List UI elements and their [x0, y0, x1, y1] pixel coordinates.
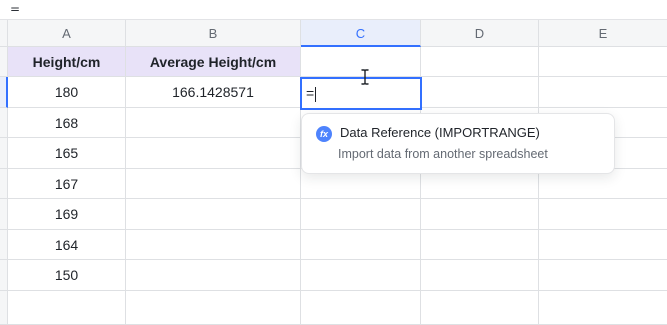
row-header-6[interactable] — [0, 199, 8, 230]
cell-b2[interactable]: 166.1428571 — [126, 77, 301, 108]
cell-d1[interactable] — [421, 47, 539, 77]
cell-b9[interactable] — [126, 291, 301, 325]
cell-e9[interactable] — [539, 291, 667, 325]
cell-b5[interactable] — [126, 169, 301, 199]
select-all-corner[interactable] — [0, 20, 8, 47]
cell-a8[interactable]: 150 — [8, 260, 126, 291]
formula-suggestion-popup[interactable]: fx Data Reference (IMPORTRANGE) Import d… — [301, 113, 615, 174]
cell-b1[interactable]: Average Height/cm — [126, 47, 301, 77]
cell-e2[interactable] — [539, 77, 667, 108]
cell-a1[interactable]: Height/cm — [8, 47, 126, 77]
cell-b7[interactable] — [126, 230, 301, 260]
cell-c8[interactable] — [301, 260, 421, 291]
cell-e6[interactable] — [539, 199, 667, 230]
cell-a9[interactable] — [8, 291, 126, 325]
cell-a4[interactable]: 165 — [8, 138, 126, 169]
column-header-a[interactable]: A — [8, 20, 126, 47]
text-caret — [315, 86, 317, 102]
cell-c7[interactable] — [301, 230, 421, 260]
cell-a7[interactable]: 164 — [8, 230, 126, 260]
editor-text: = — [306, 85, 315, 101]
column-header-d[interactable]: D — [421, 20, 539, 47]
column-header-b[interactable]: B — [126, 20, 301, 47]
fx-icon: fx — [316, 126, 332, 142]
cell-a6[interactable]: 169 — [8, 199, 126, 230]
row-header-4[interactable] — [0, 138, 8, 169]
formula-bar[interactable]: = — [0, 0, 667, 20]
suggestion-description: Import data from another spreadsheet — [338, 147, 548, 161]
ibeam-cursor-icon — [361, 69, 369, 85]
row-header-3[interactable] — [0, 108, 8, 138]
row-header-9[interactable] — [0, 291, 8, 325]
spreadsheet-app: = A B C D E Height/cm Average Height/cm … — [0, 0, 667, 325]
cell-d2[interactable] — [421, 77, 539, 108]
row-header-7[interactable] — [0, 230, 8, 260]
formula-bar-content: = — [10, 2, 21, 16]
cell-a2[interactable]: 180 — [8, 77, 126, 108]
sheet-grid: A B C D E Height/cm Average Height/cm 18… — [0, 20, 667, 325]
row-header-8[interactable] — [0, 260, 8, 291]
cell-c6[interactable] — [301, 199, 421, 230]
cell-a5[interactable]: 167 — [8, 169, 126, 199]
column-header-e[interactable]: E — [539, 20, 667, 47]
cell-d9[interactable] — [421, 291, 539, 325]
cell-b3[interactable] — [126, 108, 301, 138]
row-header-2[interactable] — [0, 77, 8, 108]
cell-b8[interactable] — [126, 260, 301, 291]
cell-b6[interactable] — [126, 199, 301, 230]
cell-c9[interactable] — [301, 291, 421, 325]
cell-b4[interactable] — [126, 138, 301, 169]
column-header-c[interactable]: C — [301, 20, 421, 47]
cell-a3[interactable]: 168 — [8, 108, 126, 138]
cell-d8[interactable] — [421, 260, 539, 291]
cell-d6[interactable] — [421, 199, 539, 230]
suggestion-title: Data Reference (IMPORTRANGE) — [340, 125, 540, 140]
cell-e7[interactable] — [539, 230, 667, 260]
cell-e1[interactable] — [539, 47, 667, 77]
row-header-5[interactable] — [0, 169, 8, 199]
cell-e8[interactable] — [539, 260, 667, 291]
cell-d7[interactable] — [421, 230, 539, 260]
row-header-1[interactable] — [0, 47, 8, 77]
